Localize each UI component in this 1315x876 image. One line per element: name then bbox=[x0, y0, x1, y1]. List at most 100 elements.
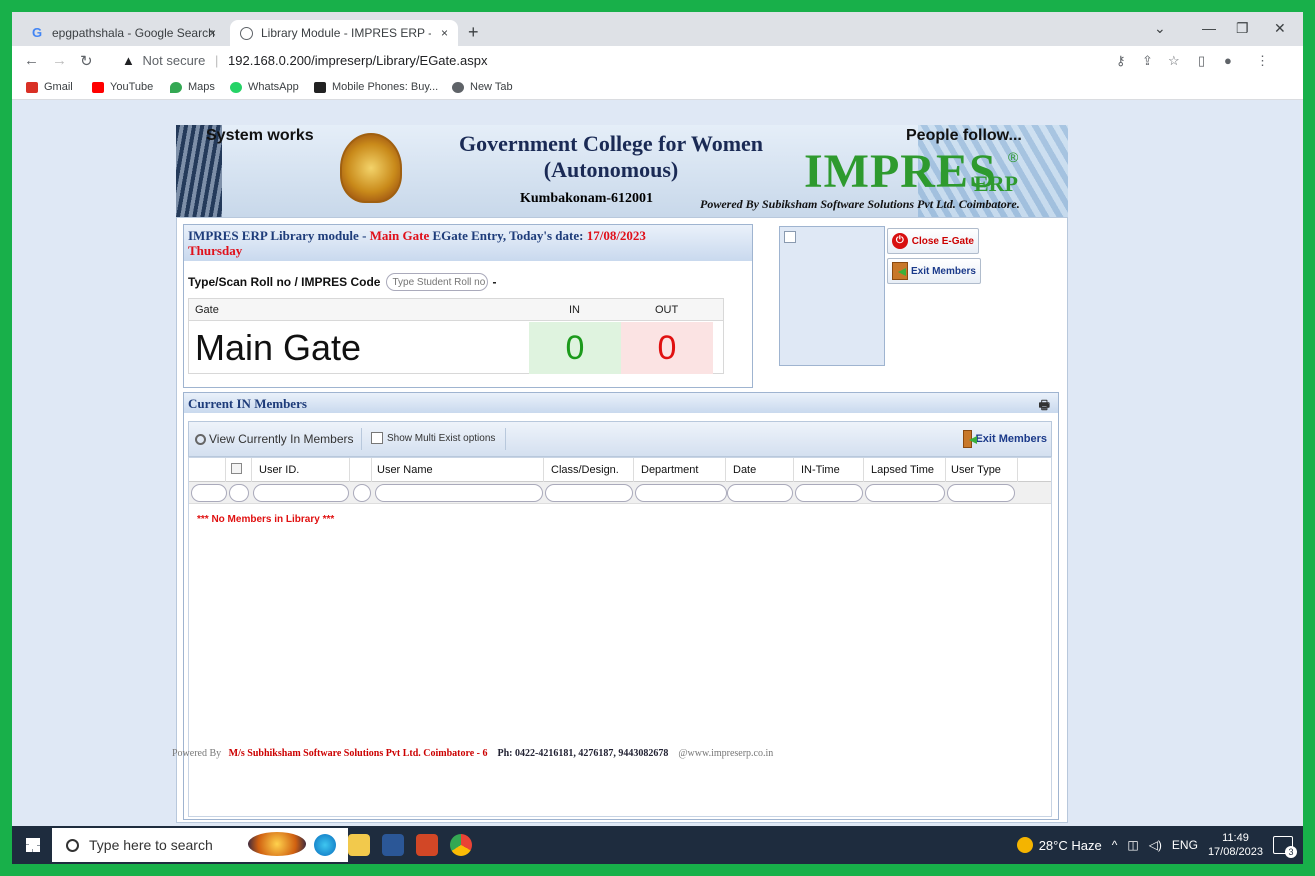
exit-door-icon bbox=[963, 430, 973, 448]
gate-table-header: Gate IN OUT bbox=[189, 299, 723, 321]
chrome-icon[interactable] bbox=[450, 834, 472, 856]
tab-search-icon[interactable]: ⌄ bbox=[1154, 20, 1166, 37]
restore-icon[interactable]: ❐ bbox=[1236, 20, 1249, 37]
bookmark-new-tab[interactable]: New Tab bbox=[452, 81, 513, 93]
footer-powered: Powered By bbox=[172, 748, 222, 759]
search-icon bbox=[195, 433, 206, 445]
tab-bar: G epgpathshala - Google Search × Library… bbox=[12, 12, 1303, 46]
filter-department[interactable] bbox=[635, 484, 727, 502]
multi-exit-toggle[interactable]: Show Multi Exist options bbox=[371, 432, 495, 444]
windows-start-icon[interactable] bbox=[26, 838, 40, 852]
address-bar[interactable]: ▲ Not secure | 192.168.0.200/impreserp/L… bbox=[122, 53, 487, 68]
col-user-type[interactable]: User Type bbox=[951, 464, 1001, 476]
weather-widget[interactable]: 28°C Haze bbox=[1016, 837, 1102, 853]
forward-icon[interactable]: → bbox=[52, 52, 67, 69]
tab-library-module[interactable]: Library Module - IMPRES ERP - P × bbox=[230, 20, 458, 46]
bookmark-whatsapp[interactable]: WhatsApp bbox=[230, 81, 299, 93]
grid-divider bbox=[371, 458, 372, 482]
filter-input[interactable] bbox=[229, 484, 249, 502]
filter-user-name[interactable] bbox=[375, 484, 543, 502]
exit-members-toolbar-button[interactable]: Exit Members bbox=[959, 426, 1051, 452]
bookmark-amazon[interactable]: Mobile Phones: Buy... bbox=[314, 81, 438, 93]
bookmark-star-icon[interactable]: ☆ bbox=[1168, 53, 1180, 69]
reload-icon[interactable]: ↻ bbox=[80, 52, 93, 70]
volume-icon[interactable]: ◁) bbox=[1149, 838, 1162, 852]
print-icon[interactable]: 🖶 bbox=[1039, 396, 1050, 417]
gmail-icon bbox=[26, 81, 38, 93]
view-current-members-button[interactable]: View Currently In Members bbox=[195, 432, 354, 446]
network-icon[interactable]: ◫ bbox=[1127, 838, 1138, 852]
close-window-icon[interactable]: ✕ bbox=[1274, 20, 1286, 37]
col-lapsed-time[interactable]: Lapsed Time bbox=[871, 464, 934, 476]
file-explorer-icon[interactable] bbox=[348, 834, 370, 856]
bookmark-label: New Tab bbox=[470, 81, 513, 93]
bookmark-youtube[interactable]: YouTube bbox=[92, 81, 153, 93]
filter-class[interactable] bbox=[545, 484, 633, 502]
col-user-name[interactable]: User Name bbox=[377, 464, 433, 476]
tab-google-search[interactable]: G epgpathshala - Google Search × bbox=[20, 20, 226, 46]
close-egate-button[interactable]: ⏻ Close E-Gate bbox=[887, 228, 979, 254]
tab-title: epgpathshala - Google Search bbox=[52, 26, 215, 40]
grid-divider bbox=[793, 458, 794, 482]
filter-in-time[interactable] bbox=[795, 484, 863, 502]
menu-icon[interactable]: ⋮ bbox=[1256, 53, 1269, 69]
col-out: OUT bbox=[655, 304, 679, 316]
gate-name: Main Gate bbox=[195, 327, 362, 368]
multi-exit-checkbox[interactable] bbox=[371, 432, 383, 444]
main-container: IMPRES ERP Library module - Main Gate EG… bbox=[176, 217, 1068, 823]
filter-user-type[interactable] bbox=[947, 484, 1015, 502]
grid-divider bbox=[1017, 458, 1018, 482]
filter-input[interactable] bbox=[191, 484, 227, 502]
col-date[interactable]: Date bbox=[733, 464, 756, 476]
nav-bar: ← → ↻ ▲ Not secure | 192.168.0.200/impre… bbox=[12, 46, 1303, 76]
language-indicator[interactable]: ENG bbox=[1172, 838, 1198, 852]
header-banner: System works Government College for Wome… bbox=[176, 125, 1068, 217]
search-highlight-icon[interactable] bbox=[248, 832, 306, 856]
filter-user-id[interactable] bbox=[253, 484, 349, 502]
tagline-left: System works bbox=[206, 127, 314, 144]
bookmark-label: WhatsApp bbox=[248, 81, 299, 93]
share-icon[interactable]: ⇪ bbox=[1142, 53, 1153, 69]
minimize-icon[interactable]: — bbox=[1202, 20, 1216, 36]
app-icon[interactable] bbox=[416, 834, 438, 856]
bookmark-gmail[interactable]: Gmail bbox=[26, 81, 73, 93]
filter-lapsed-time[interactable] bbox=[865, 484, 945, 502]
member-photo bbox=[779, 226, 885, 366]
col-in-time[interactable]: IN-Time bbox=[801, 464, 840, 476]
toolbar-separator bbox=[361, 428, 362, 450]
header-day: Thursday bbox=[188, 243, 243, 258]
profile-icon[interactable]: ● bbox=[1224, 53, 1232, 68]
header-mid: EGate Entry, Today's date: bbox=[429, 228, 587, 243]
new-tab-button[interactable]: + bbox=[468, 22, 479, 43]
select-all-checkbox[interactable] bbox=[231, 463, 242, 474]
edge-icon[interactable] bbox=[314, 834, 336, 856]
grid-divider bbox=[543, 458, 544, 482]
key-icon[interactable]: ⚷ bbox=[1116, 53, 1126, 69]
power-icon: ⏻ bbox=[892, 233, 908, 249]
grid-header: User ID. User Name Class/Design. Departm… bbox=[189, 458, 1051, 482]
tray-chevron-icon[interactable]: ^ bbox=[1112, 838, 1118, 852]
col-user-id[interactable]: User ID. bbox=[259, 464, 299, 476]
whatsapp-icon bbox=[230, 81, 242, 93]
filter-date[interactable] bbox=[727, 484, 793, 502]
in-count: 0 bbox=[529, 322, 621, 374]
clock[interactable]: 11:49 17/08/2023 bbox=[1208, 831, 1263, 859]
word-icon[interactable] bbox=[382, 834, 404, 856]
exit-members-button[interactable]: Exit Members bbox=[887, 258, 981, 284]
view-current-label: View Currently In Members bbox=[209, 432, 354, 446]
col-department[interactable]: Department bbox=[641, 464, 698, 476]
close-tab-icon[interactable]: × bbox=[441, 26, 448, 40]
footer-company: M/s Subhiksham Software Solutions Pvt Lt… bbox=[228, 748, 488, 759]
bookmark-maps[interactable]: Maps bbox=[170, 81, 215, 93]
close-tab-icon[interactable]: × bbox=[209, 26, 216, 40]
back-icon[interactable]: ← bbox=[24, 52, 39, 69]
registered-mark: ® bbox=[1008, 149, 1019, 165]
notification-icon[interactable]: 3 bbox=[1273, 836, 1297, 858]
college-seal-logo bbox=[340, 133, 402, 203]
scan-dash: - bbox=[492, 275, 497, 289]
roll-no-input[interactable] bbox=[386, 273, 489, 291]
side-panel-icon[interactable]: ▯ bbox=[1198, 53, 1205, 69]
filter-input[interactable] bbox=[353, 484, 371, 502]
col-class[interactable]: Class/Design. bbox=[551, 464, 619, 476]
current-members-header: Current IN Members 🖶 bbox=[184, 393, 1058, 413]
